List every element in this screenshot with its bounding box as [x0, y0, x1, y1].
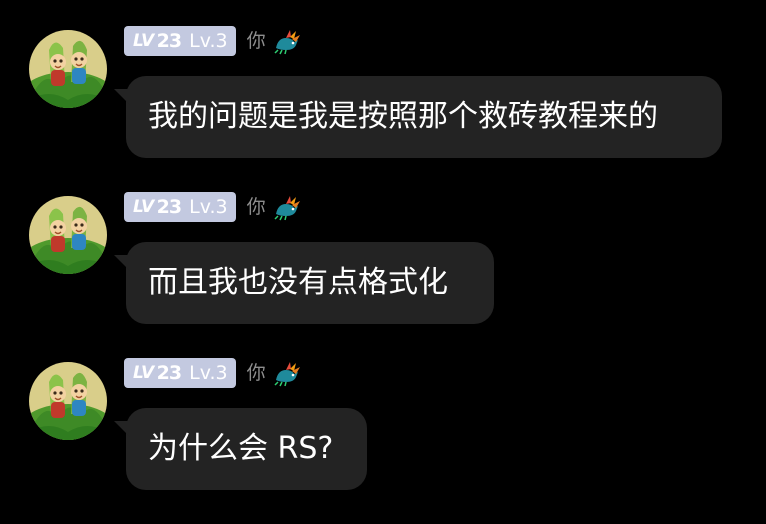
- chat-message-list: LV 23 Lv.3 你 我的问题是我是按照那个救砖教程来的 LV 23 Lv.…: [0, 0, 766, 508]
- level-text: Lv.3: [189, 362, 228, 384]
- sender-avatar[interactable]: [29, 196, 107, 274]
- sender-avatar[interactable]: [29, 362, 107, 440]
- level-text: Lv.3: [189, 30, 228, 52]
- level-mark: LV: [133, 31, 154, 51]
- message-bubble[interactable]: 我的问题是我是按照那个救砖教程来的: [114, 76, 722, 158]
- level-mark: LV: [133, 197, 154, 217]
- level-mark: LV: [133, 363, 154, 383]
- dragon-icon: [274, 30, 300, 55]
- message-text: 而且我也没有点格式化: [148, 265, 448, 300]
- sender-name[interactable]: 你: [247, 26, 266, 56]
- sender-meta: LV 23 Lv.3 你: [124, 192, 302, 222]
- message-bubble[interactable]: 而且我也没有点格式化: [114, 242, 494, 324]
- level-badge: LV 23 Lv.3: [124, 26, 236, 56]
- message-text: 我的问题是我是按照那个救砖教程来的: [148, 99, 658, 134]
- sender-meta: LV 23 Lv.3 你: [124, 358, 302, 388]
- sender-meta: LV 23 Lv.3 你: [124, 26, 302, 56]
- level-number: 23: [156, 30, 182, 52]
- cartoon-avatar-icon: [29, 196, 107, 274]
- chat-message: LV 23 Lv.3 你 为什么会 RS?: [0, 358, 766, 524]
- sender-avatar[interactable]: [29, 30, 107, 108]
- dragon-icon: [274, 362, 300, 387]
- chat-message: LV 23 Lv.3 你 而且我也没有点格式化: [0, 192, 766, 358]
- level-badge: LV 23 Lv.3: [124, 192, 236, 222]
- dragon-icon: [274, 196, 300, 221]
- sender-name[interactable]: 你: [247, 192, 266, 222]
- level-badge: LV 23 Lv.3: [124, 358, 236, 388]
- message-bubble[interactable]: 为什么会 RS?: [114, 408, 367, 490]
- level-number: 23: [156, 362, 182, 384]
- cartoon-avatar-icon: [29, 30, 107, 108]
- message-text: 为什么会 RS?: [148, 431, 334, 466]
- level-text: Lv.3: [189, 196, 228, 218]
- sender-name[interactable]: 你: [247, 358, 266, 388]
- level-number: 23: [156, 196, 182, 218]
- cartoon-avatar-icon: [29, 362, 107, 440]
- chat-message: LV 23 Lv.3 你 我的问题是我是按照那个救砖教程来的: [0, 26, 766, 192]
